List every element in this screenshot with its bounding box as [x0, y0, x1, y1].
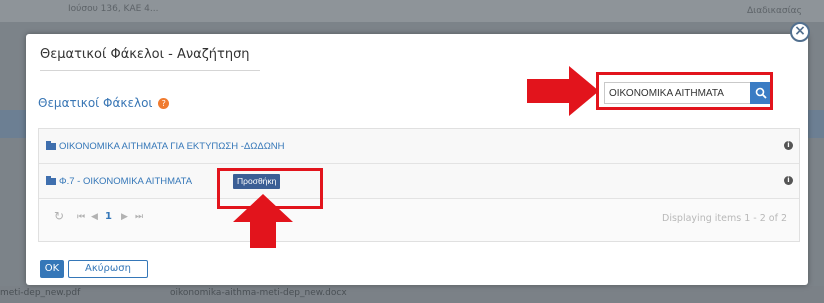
- table-row[interactable]: Φ.7 - ΟΙΚΟΝΟΜΙΚΑ ΑΙΤΗΜΑΤΑ Προσθήκη i: [39, 164, 799, 199]
- title-divider: [40, 70, 260, 71]
- background-text: Ιούσου 136, ΚΑΕ 4...: [68, 4, 159, 14]
- background-file-name: meti-dep_new.pdf: [0, 288, 81, 298]
- background-file-name: oikonomika-aithma-meti-dep_new.docx: [170, 288, 347, 298]
- ok-button[interactable]: OK: [40, 260, 64, 278]
- help-icon[interactable]: ?: [158, 98, 170, 109]
- folders-grid: ΟΙΚΟΝΟΜΙΚΑ ΑΙΤΗΜΑΤΑ ΓΙΑ ΕΚΤΥΠΩΣΗ -ΔΩΔΩΝΗ…: [38, 128, 800, 242]
- dialog-title: Θεματικοί Φάκελοι - Αναζήτηση: [40, 47, 250, 62]
- table-row[interactable]: ΟΙΚΟΝΟΜΙΚΑ ΑΙΤΗΜΑΤΑ ΓΙΑ ΕΚΤΥΠΩΣΗ -ΔΩΔΩΝΗ…: [39, 129, 799, 164]
- close-icon[interactable]: ×: [790, 22, 810, 42]
- next-page-icon[interactable]: ▶: [121, 212, 128, 222]
- last-page-icon[interactable]: ⏭: [135, 212, 143, 222]
- folder-name[interactable]: ΟΙΚΟΝΟΜΙΚΑ ΑΙΤΗΜΑΤΑ ΓΙΑ ΕΚΤΥΠΩΣΗ -ΔΩΔΩΝΗ: [59, 141, 285, 152]
- up-arrow-icon: [233, 194, 293, 248]
- background-file-bar: meti-dep_new.pdf oikonomika-aithma-meti-…: [0, 286, 824, 303]
- info-icon[interactable]: i: [784, 176, 793, 185]
- info-icon[interactable]: i: [784, 141, 793, 150]
- section-label-text: Θεματικοί Φάκελοι: [38, 96, 153, 110]
- right-arrow-icon: [527, 66, 599, 116]
- search-highlight-box: [596, 72, 773, 110]
- folder-name[interactable]: Φ.7 - ΟΙΚΟΝΟΜΙΚΑ ΑΙΤΗΜΑΤΑ: [59, 176, 192, 187]
- background-header: Ιούσου 136, ΚΑΕ 4... Διαδικασίας: [0, 0, 824, 22]
- folder-icon: [46, 141, 56, 150]
- cancel-button[interactable]: Ακύρωση: [68, 260, 148, 278]
- refresh-icon[interactable]: ↻: [54, 209, 64, 223]
- pager: ↻ ⏮ ◀ 1 ▶ ⏭ Displaying items 1 - 2 of 2: [39, 199, 799, 239]
- background-text: Διαδικασίας: [747, 6, 802, 16]
- folder-icon: [46, 176, 56, 185]
- first-page-icon[interactable]: ⏮: [77, 212, 85, 222]
- prev-page-icon[interactable]: ◀: [91, 212, 98, 222]
- current-page[interactable]: 1: [105, 211, 112, 222]
- pager-status: Displaying items 1 - 2 of 2: [662, 213, 787, 224]
- section-label: Θεματικοί Φάκελοι ?: [38, 96, 170, 110]
